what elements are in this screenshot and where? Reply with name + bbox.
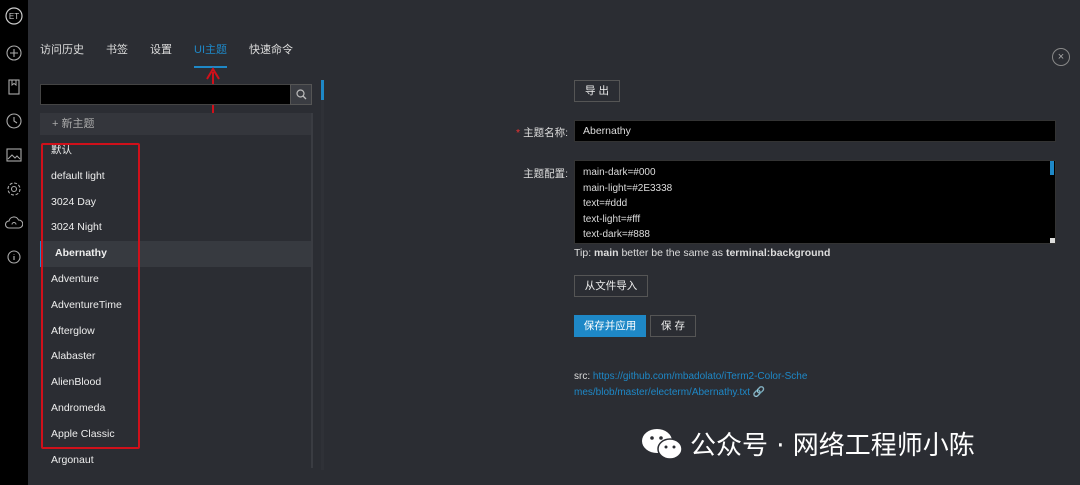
source-link[interactable]: https://github.com/mbadolato/iTerm2-Colo… xyxy=(574,371,807,398)
config-line: text-light=#fff xyxy=(583,213,641,225)
config-line: text=#ddd xyxy=(583,198,628,209)
theme-config-label: 主题配置: xyxy=(523,168,568,180)
main-panel: 访问历史 书签 设置 UI主题 快速命令 × + 新主题 默认 default … xyxy=(28,0,1080,485)
required-mark: * xyxy=(515,127,521,139)
app-rail: ET xyxy=(0,0,28,485)
search-icon[interactable] xyxy=(290,84,312,105)
tip-end: terminal:background xyxy=(725,247,831,259)
panel-scroll-thumb[interactable] xyxy=(321,80,324,100)
config-scrollbar[interactable] xyxy=(1050,161,1054,175)
theme-name-label: * 主题名称: xyxy=(468,125,568,140)
import-from-file-button[interactable]: 从文件导入 xyxy=(574,275,648,297)
config-line: main-light=#2E3338 xyxy=(583,182,673,194)
watermark: 公众号 · 网络工程师小陈 xyxy=(640,425,975,462)
bookmark-icon[interactable] xyxy=(5,78,23,96)
tip-mid: better be the same as xyxy=(618,247,726,259)
list-item[interactable]: Argonaut xyxy=(40,448,312,474)
tab-ui-theme[interactable]: UI主题 xyxy=(194,44,227,68)
config-line: main-dark=#000 xyxy=(583,167,656,178)
config-line: text-dark=#888 xyxy=(583,229,650,240)
info-icon[interactable] xyxy=(5,248,23,266)
tip-main: main xyxy=(594,247,619,259)
app-logo[interactable]: ET xyxy=(5,7,23,25)
theme-search-input[interactable] xyxy=(40,84,310,105)
gear-icon[interactable] xyxy=(5,180,23,198)
panel-divider[interactable] xyxy=(321,80,324,470)
link-icon: 🔗 xyxy=(750,386,766,398)
source-label: src: xyxy=(574,371,593,382)
clock-icon[interactable] xyxy=(5,112,23,130)
svg-text:ET: ET xyxy=(9,12,19,21)
theme-name-input[interactable]: Abernathy xyxy=(574,120,1056,142)
plus-circle-icon[interactable] xyxy=(5,44,23,62)
tab-history[interactable]: 访问历史 xyxy=(40,44,84,66)
save-button[interactable]: 保 存 xyxy=(650,315,696,337)
theme-config-textarea[interactable]: main-dark=#000 main-light=#2E3338 text=#… xyxy=(574,160,1056,244)
new-theme-button[interactable]: + 新主题 xyxy=(40,113,312,135)
tab-bookmarks[interactable]: 书签 xyxy=(106,44,128,66)
tab-bar: 访问历史 书签 设置 UI主题 快速命令 xyxy=(40,44,315,68)
theme-name-label-text: 主题名称: xyxy=(523,127,568,139)
cloud-sync-icon[interactable] xyxy=(5,214,23,232)
tab-settings[interactable]: 设置 xyxy=(150,44,172,66)
annotation-highlight-box xyxy=(41,143,140,449)
save-and-apply-button[interactable]: 保存并应用 xyxy=(574,315,646,337)
tab-quick-commands[interactable]: 快速命令 xyxy=(249,44,293,66)
source-info: src: https://github.com/mbadolato/iTerm2… xyxy=(574,369,814,400)
export-button[interactable]: 导 出 xyxy=(574,80,620,102)
close-icon[interactable]: × xyxy=(1052,48,1070,66)
list-scrollbar[interactable] xyxy=(311,113,313,468)
tip-prefix: Tip: xyxy=(574,247,595,259)
resize-handle[interactable] xyxy=(1050,238,1055,243)
config-tip: Tip: main better be the same as terminal… xyxy=(574,247,830,259)
wechat-icon xyxy=(642,428,683,460)
watermark-text: 公众号 · 网络工程师小陈 xyxy=(690,431,975,461)
image-icon[interactable] xyxy=(5,146,23,164)
